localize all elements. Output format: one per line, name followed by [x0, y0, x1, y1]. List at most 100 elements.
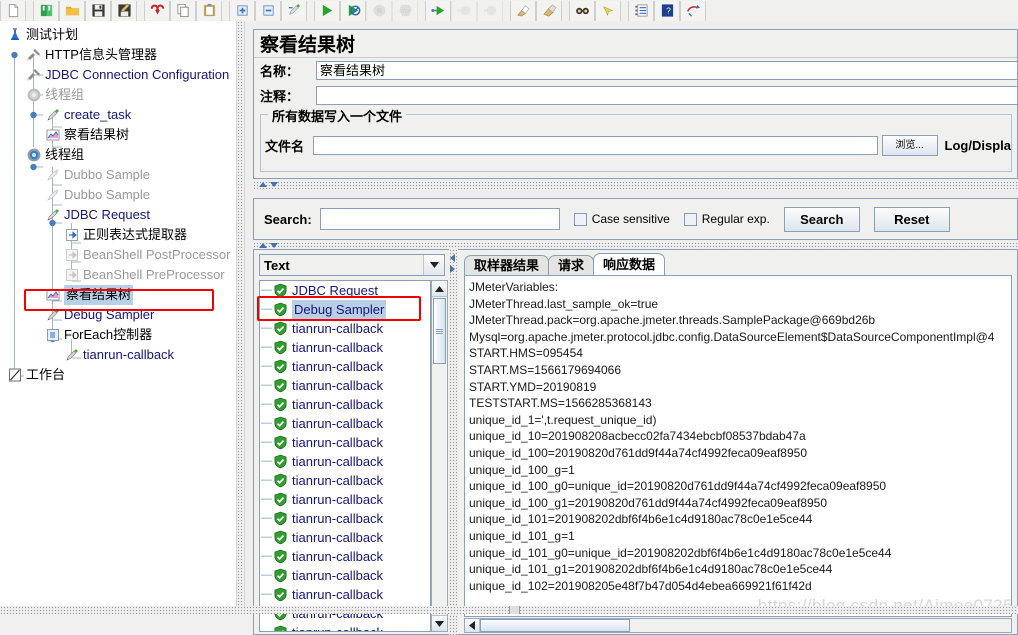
- tree-node-dubbo-sample-2[interactable]: Dubbo Sample: [0, 185, 236, 205]
- tab-request[interactable]: 请求: [548, 255, 595, 277]
- tab-response-data[interactable]: 响应数据: [593, 253, 666, 277]
- copy-icon[interactable]: [170, 0, 196, 21]
- sample-result-row[interactable]: — JDBC Request: [260, 281, 430, 300]
- results-detail-splitter[interactable]: [449, 249, 458, 635]
- tree-node-thread-group-1[interactable]: 线程组: [0, 85, 236, 105]
- sample-result-row[interactable]: — tianrun-callback: [260, 357, 430, 376]
- function-helper-icon[interactable]: [628, 0, 654, 21]
- sample-result-row[interactable]: — tianrun-callback: [260, 376, 430, 395]
- config-search-splitter[interactable]: [253, 181, 1018, 190]
- reset-button[interactable]: Reset: [873, 206, 950, 232]
- open-icon[interactable]: [59, 0, 85, 21]
- tree-node-dubbo-sample-1[interactable]: Dubbo Sample: [0, 165, 236, 185]
- tree-node-view-results-tree-2[interactable]: 察看结果树: [0, 285, 236, 305]
- hscrollbar-thumb[interactable]: [480, 619, 630, 632]
- remote-shutdown-icon[interactable]: [477, 0, 503, 21]
- search-input[interactable]: [319, 208, 560, 230]
- stop-icon[interactable]: [366, 0, 392, 21]
- test-plan-tree[interactable]: 测试计划 HTTP信息头管理器 JDBC Connection Configurat…: [0, 21, 236, 385]
- sample-result-row[interactable]: — Debug Sampler: [260, 300, 430, 319]
- response-data-text[interactable]: JMeterVariables: JMeterThread.last_sample…: [464, 275, 1012, 617]
- tree-node-beanshell-preprocessor[interactable]: BeanShell PreProcessor: [0, 265, 236, 285]
- test-plan-tree-panel[interactable]: 测试计划 HTTP信息头管理器 JDBC Connection Configurat…: [0, 21, 236, 614]
- bottom-splitter[interactable]: [0, 606, 1018, 614]
- splitter-left-arrow-icon[interactable]: [450, 254, 455, 262]
- save-icon[interactable]: [85, 0, 111, 21]
- case-sensitive-checkbox[interactable]: [573, 212, 587, 226]
- scrollbar-thumb[interactable]: [433, 298, 446, 364]
- main-vertical-splitter[interactable]: [236, 21, 245, 614]
- regular-exp-checkbox[interactable]: [683, 212, 697, 226]
- remote-stop-icon[interactable]: [451, 0, 477, 21]
- sample-list-vertical-scrollbar[interactable]: [431, 280, 448, 632]
- search-icon[interactable]: [569, 0, 595, 21]
- tree-node-create-task[interactable]: create_task: [0, 105, 236, 125]
- sample-result-row[interactable]: — tianrun-callback: [260, 585, 430, 604]
- splitter-down-arrow-icon-2[interactable]: [270, 243, 278, 248]
- remote-start-icon[interactable]: [425, 0, 451, 21]
- splitter-arrows-3[interactable]: [450, 254, 455, 273]
- chevron-down-icon[interactable]: [423, 255, 444, 275]
- expand-all-icon[interactable]: [229, 0, 255, 21]
- tree-node-tianrun-callback[interactable]: tianrun-callback: [0, 345, 236, 365]
- collapse-all-icon[interactable]: [255, 0, 281, 21]
- renderer-combobox[interactable]: Text: [259, 254, 445, 276]
- help-icon[interactable]: ?: [654, 0, 680, 21]
- clear-icon[interactable]: [510, 0, 536, 21]
- splitter-up-arrow-icon-2[interactable]: [259, 243, 267, 248]
- detail-tabs[interactable]: 取样器结果 请求 响应数据: [464, 253, 666, 277]
- tree-node-workbench[interactable]: 工作台: [0, 365, 236, 385]
- templates-icon[interactable]: [33, 0, 59, 21]
- sample-result-row[interactable]: — tianrun-callback: [260, 433, 430, 452]
- clear-all-icon[interactable]: [536, 0, 562, 21]
- tree-node-foreach-controller[interactable]: ForEach控制器: [0, 325, 236, 345]
- tree-node-jdbc-connection-configuration[interactable]: JDBC Connection Configuration: [0, 65, 236, 85]
- tree-node-debug-sampler[interactable]: Debug Sampler: [0, 305, 236, 325]
- save-as-icon[interactable]: [111, 0, 137, 21]
- sample-result-row[interactable]: — tianrun-callback: [260, 490, 430, 509]
- shutdown-icon[interactable]: STOP: [392, 0, 418, 21]
- sample-result-row[interactable]: — tianrun-callback: [260, 338, 430, 357]
- new-icon[interactable]: [0, 0, 26, 21]
- search-reset-icon[interactable]: [595, 0, 621, 21]
- sample-result-row[interactable]: — tianrun-callback: [260, 566, 430, 585]
- sample-result-row[interactable]: — tianrun-callback: [260, 414, 430, 433]
- splitter-down-arrow-icon[interactable]: [270, 182, 278, 187]
- search-button[interactable]: Search: [783, 206, 860, 232]
- sample-result-row[interactable]: — tianrun-callback: [260, 547, 430, 566]
- scroll-up-button[interactable]: [432, 281, 447, 297]
- tree-node-beanshell-postprocessor[interactable]: BeanShell PostProcessor: [0, 245, 236, 265]
- name-input[interactable]: 察看结果树: [316, 61, 1017, 80]
- tree-node-test-plan[interactable]: 测试计划: [0, 25, 236, 45]
- undo-icon[interactable]: [680, 0, 706, 21]
- scroll-down-button[interactable]: [432, 615, 447, 631]
- sample-result-row[interactable]: — tianrun-callback: [260, 509, 430, 528]
- tree-node-jdbc-request[interactable]: JDBC Request: [0, 205, 236, 225]
- splitter-up-arrow-icon[interactable]: [259, 182, 267, 187]
- bottom-splitter-grip[interactable]: [509, 606, 520, 614]
- sample-result-row[interactable]: — tianrun-callback: [260, 623, 430, 631]
- sample-result-row[interactable]: — tianrun-callback: [260, 528, 430, 547]
- sample-result-list[interactable]: — JDBC Request — Debug Sampler — tianrun-call…: [259, 280, 431, 632]
- tab-sampler-result[interactable]: 取样器结果: [464, 255, 550, 277]
- tree-node-regex-extractor[interactable]: 正则表达式提取器: [0, 225, 236, 245]
- start-icon[interactable]: [314, 0, 340, 21]
- sample-result-row[interactable]: — tianrun-callback: [260, 452, 430, 471]
- tree-node-view-results-tree-1[interactable]: 察看结果树: [0, 125, 236, 145]
- filename-input[interactable]: [313, 136, 878, 155]
- splitter-arrows-2[interactable]: [259, 243, 278, 248]
- sample-result-row[interactable]: — tianrun-callback: [260, 471, 430, 490]
- sample-result-row[interactable]: — tianrun-callback: [260, 319, 430, 338]
- scroll-left-button[interactable]: [465, 619, 480, 632]
- close-icon[interactable]: [144, 0, 170, 21]
- sample-result-row[interactable]: — tianrun-callback: [260, 395, 430, 414]
- toggle-icon[interactable]: [281, 0, 307, 21]
- comment-input[interactable]: [316, 86, 1017, 105]
- paste-icon[interactable]: [196, 0, 222, 21]
- splitter-arrows[interactable]: [259, 182, 278, 187]
- tree-node-http-header-manager[interactable]: HTTP信息头管理器: [0, 45, 236, 65]
- browse-button[interactable]: 浏览...: [881, 135, 938, 156]
- start-no-pauses-icon[interactable]: [340, 0, 366, 21]
- response-horizontal-scrollbar[interactable]: [464, 618, 1012, 633]
- tree-node-thread-group-2[interactable]: 线程组: [0, 145, 236, 165]
